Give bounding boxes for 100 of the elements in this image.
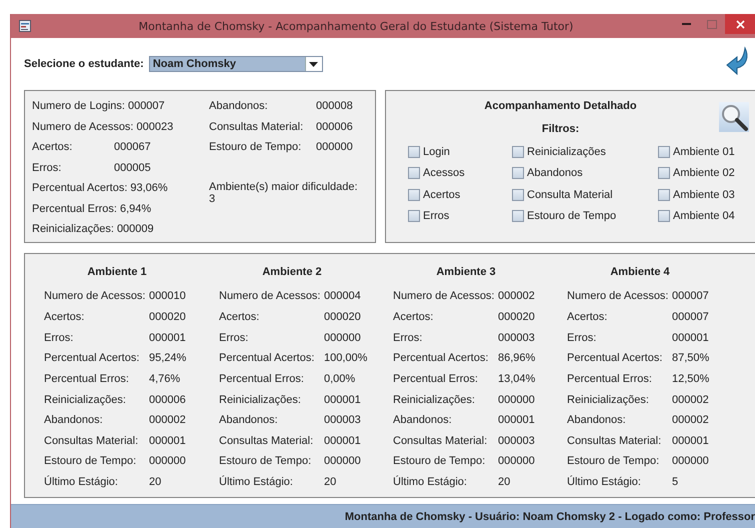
stat-value: 6,94% <box>120 202 152 215</box>
stat-value: 000023 <box>136 120 174 133</box>
stat-label: Consultas Material: <box>44 434 140 447</box>
select-label: Selecione o estudante: <box>24 58 144 70</box>
checkbox[interactable] <box>512 146 524 158</box>
stat-label: Acertos: <box>567 310 608 323</box>
stat-value: 000020 <box>498 310 535 323</box>
app-icon <box>19 20 31 32</box>
stat-label: Numero de Acessos: <box>393 290 496 302</box>
checkbox-label[interactable]: Ambiente 01 <box>673 146 735 158</box>
stat-value: 000005 <box>114 162 151 174</box>
stat-value: 000020 <box>149 310 186 323</box>
stat-label: Estouro de Tempo: <box>44 455 138 468</box>
stat-label: Percentual Erros: <box>567 372 653 385</box>
status-text: Montanha de Chomsky - Usuário: Noam Chomsky 2 - Logado como: Professor <box>344 510 755 522</box>
stat-label: Estouro de Tempo: <box>393 455 486 468</box>
checkbox-label[interactable]: Ambiente 03 <box>673 188 735 201</box>
stat-value: 000007 <box>128 100 165 112</box>
minimize-icon <box>682 23 690 25</box>
stat-value: 000000 <box>316 141 353 154</box>
stat-label: Reinicializações: <box>32 223 115 236</box>
checkbox[interactable] <box>408 210 420 222</box>
stat-label: Percentual Acertos: <box>219 352 316 364</box>
checkbox[interactable] <box>408 188 420 201</box>
stat-value: 000002 <box>498 290 535 302</box>
stat-value: 000000 <box>672 455 709 468</box>
stat-label: Percentual Acertos: <box>32 182 128 194</box>
stat-value: 20 <box>149 476 162 488</box>
checkbox-label[interactable]: Estouro de Tempo <box>527 210 616 222</box>
stat-value: 000002 <box>672 394 709 406</box>
stat-value: 87,50% <box>672 352 710 364</box>
checkbox[interactable] <box>658 167 670 180</box>
stat-label: Último Estágio: <box>567 476 642 488</box>
stat-value: 000006 <box>149 394 186 406</box>
stat-value: 000010 <box>149 290 186 302</box>
stat-value: 000003 <box>498 434 535 447</box>
search-icon[interactable] <box>719 102 749 132</box>
stat-value: 20 <box>498 476 510 488</box>
stat-value: 000008 <box>316 100 353 112</box>
student-dropdown[interactable]: Noam Chomsky <box>148 56 323 72</box>
stat-label: Abandonos: <box>219 414 279 426</box>
checkbox[interactable] <box>408 167 420 180</box>
checkbox-label[interactable]: Ambiente 04 <box>673 210 735 222</box>
checkbox[interactable] <box>512 188 524 201</box>
stat-label: Percentual Acertos: <box>567 352 664 364</box>
stat-label: Reinicializações: <box>393 394 476 406</box>
stat-label: Último Estágio: <box>393 476 468 488</box>
checkbox[interactable] <box>512 167 524 180</box>
stat-value: 000000 <box>498 394 535 406</box>
checkbox-label[interactable]: Erros <box>423 210 450 222</box>
stat-label: Percentual Acertos: <box>44 352 140 364</box>
stat-label: Reinicializações: <box>567 394 650 406</box>
stat-value: 86,96% <box>498 352 536 364</box>
stat-value: 12,50% <box>672 372 710 385</box>
environment-title: Ambiente 3 <box>435 266 497 280</box>
checkbox-label[interactable]: Acessos <box>423 167 465 180</box>
stat-value: 000003 <box>498 332 535 344</box>
stat-label: Estouro de Tempo: <box>219 455 312 468</box>
stat-label: Percentual Erros: <box>219 372 305 385</box>
checkbox[interactable] <box>658 210 670 222</box>
environment-title: Ambiente 2 <box>261 266 323 280</box>
stat-label: Percentual Erros: <box>32 202 118 215</box>
stat-label: Erros: <box>393 332 424 344</box>
stat-value: 000000 <box>498 455 535 468</box>
stat-label: Abandonos: <box>567 414 627 426</box>
stat-label: Consultas Material: <box>219 434 314 447</box>
stat-value: 93,06% <box>130 182 168 194</box>
filters-label: Filtros: <box>540 123 580 137</box>
window-title: Montanha de Chomsky - Acompanhamento Geral do Estudante (Sistema Tutor) <box>138 20 574 32</box>
stat-label: Erros: <box>219 332 250 344</box>
stat-label: Estouro de Tempo: <box>567 455 660 468</box>
stat-value: 000003 <box>324 414 361 426</box>
stat-label: Abandonos: <box>44 414 104 426</box>
stat-value: 000067 <box>114 141 151 154</box>
checkbox[interactable] <box>658 188 670 201</box>
stat-value: 000002 <box>672 414 709 426</box>
checkbox-label[interactable]: Reinicializações <box>527 146 606 158</box>
stat-label: Último Estágio: <box>44 476 119 488</box>
stat-value: 000000 <box>324 332 361 344</box>
stat-label: Acertos: <box>219 310 260 323</box>
stat-value: 4,76% <box>149 372 180 385</box>
stat-label: Percentual Erros: <box>393 372 479 385</box>
stat-value: 3 <box>209 192 216 204</box>
close-icon <box>736 20 744 28</box>
stat-label: Acertos: <box>44 310 86 323</box>
checkbox[interactable] <box>658 146 670 158</box>
checkbox-label[interactable]: Abandonos <box>527 167 583 180</box>
close-button[interactable] <box>725 14 755 34</box>
stat-label: Consultas Material: <box>567 434 662 447</box>
checkbox-label[interactable]: Login <box>423 146 450 158</box>
checkbox[interactable] <box>512 210 524 222</box>
checkbox[interactable] <box>408 146 420 158</box>
checkbox-label[interactable]: Consulta Material <box>527 188 613 201</box>
stat-label: Consultas Material: <box>393 434 488 447</box>
stat-label: Consultas Material: <box>209 120 304 133</box>
checkbox-label[interactable]: Acertos <box>423 188 460 201</box>
stat-label: Último Estágio: <box>219 476 294 488</box>
stat-label: Numero de Acessos: <box>567 290 670 302</box>
checkbox-label[interactable]: Ambiente 02 <box>673 167 735 180</box>
stat-label: Acertos: <box>32 141 74 154</box>
